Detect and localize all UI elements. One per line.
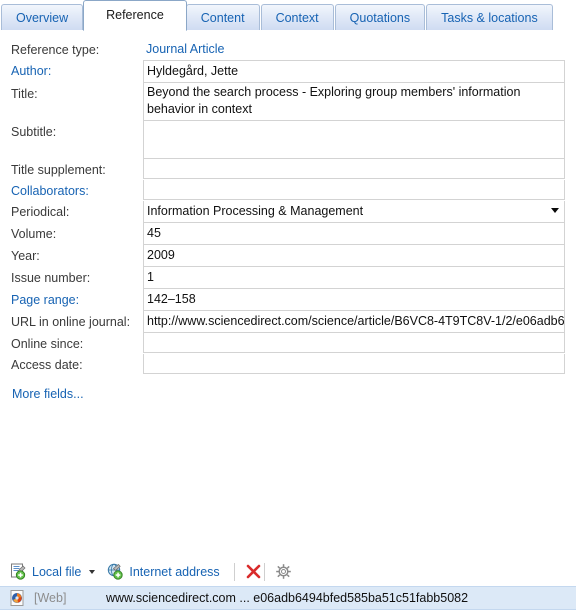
local-file-button[interactable]: Local file	[10, 563, 96, 580]
title-input[interactable]: Beyond the search process - Exploring gr…	[143, 83, 565, 121]
delete-button[interactable]	[245, 563, 262, 580]
reference-type-label: Reference type:	[11, 43, 100, 57]
attachment-panel: Local file Internet address [Web] www.sc…	[0, 556, 576, 610]
field-row-author: Author: Hyldegård, Jette	[11, 60, 565, 83]
field-row-title-supplement: Title supplement:	[11, 159, 565, 180]
attachment-row[interactable]: [Web] www.sciencedirect.com ... e06adb64…	[0, 586, 576, 610]
page-range-input[interactable]: 142–158	[143, 289, 565, 311]
url-online-journal-input[interactable]: http://www.sciencedirect.com/science/art…	[143, 311, 565, 333]
field-row-url-online-journal: URL in online journal: http://www.scienc…	[11, 311, 565, 333]
year-label: Year:	[11, 249, 40, 263]
web-document-icon	[0, 590, 34, 606]
settings-button[interactable]	[275, 563, 292, 580]
field-row-subtitle: Subtitle:	[11, 121, 565, 159]
subtitle-label: Subtitle:	[11, 125, 57, 139]
online-since-input[interactable]	[143, 333, 565, 353]
field-row-reference-type: Reference type: Journal Article	[11, 39, 565, 60]
tab-reference-label: Reference	[106, 8, 164, 22]
tab-content[interactable]: Content	[185, 4, 260, 31]
attachment-toolbar: Local file Internet address	[0, 556, 576, 586]
toolbar-divider-2	[263, 562, 265, 581]
field-row-year: Year: 2009	[11, 245, 565, 267]
year-input[interactable]: 2009	[143, 245, 565, 267]
title-supplement-input[interactable]	[143, 159, 565, 179]
tab-quotations[interactable]: Quotations	[334, 4, 426, 31]
collaborators-label[interactable]: Collaborators:	[11, 180, 143, 201]
tab-context-label: Context	[275, 11, 319, 25]
page-range-label[interactable]: Page range:	[11, 289, 143, 310]
field-grid: Author: Hyldegård, Jette Title: Beyond t…	[11, 60, 565, 375]
chevron-down-icon[interactable]	[551, 208, 559, 213]
field-row-volume: Volume: 45	[11, 223, 565, 245]
add-internet-address-icon	[107, 563, 124, 580]
local-file-label: Local file	[32, 564, 82, 579]
periodical-combobox[interactable]: Information Processing & Management	[143, 201, 565, 223]
tab-context[interactable]: Context	[260, 4, 334, 31]
field-row-page-range: Page range: 142–158	[11, 289, 565, 311]
volume-label: Volume:	[11, 227, 57, 241]
online-since-label: Online since:	[11, 337, 84, 351]
attachment-kind: [Web]	[34, 591, 67, 605]
title-supplement-label: Title supplement:	[11, 163, 106, 177]
attachment-list: [Web] www.sciencedirect.com ... e06adb64…	[0, 586, 576, 610]
internet-address-button[interactable]: Internet address	[107, 563, 220, 580]
caret-down-icon[interactable]	[89, 569, 96, 574]
issue-number-input[interactable]: 1	[143, 267, 565, 289]
url-online-journal-label: URL in online journal:	[11, 315, 131, 329]
toolbar-divider-1	[233, 562, 235, 581]
author-label[interactable]: Author:	[11, 60, 143, 81]
tab-tasks-locations[interactable]: Tasks & locations	[426, 4, 553, 31]
reference-type-value[interactable]: Journal Article	[143, 39, 565, 59]
periodical-label: Periodical:	[11, 205, 70, 219]
issue-number-label: Issue number:	[11, 271, 91, 285]
internet-address-label: Internet address	[129, 564, 220, 579]
tab-overview[interactable]: Overview	[1, 4, 84, 31]
field-row-title: Title: Beyond the search process - Explo…	[11, 83, 565, 121]
access-date-label: Access date:	[11, 358, 83, 372]
tab-quotations-label: Quotations	[349, 11, 411, 25]
more-fields-link[interactable]: More fields...	[11, 387, 565, 401]
title-label: Title:	[11, 87, 38, 101]
tab-tasks-locations-label: Tasks & locations	[441, 11, 538, 25]
add-local-file-icon	[10, 563, 27, 580]
field-row-periodical: Periodical: Information Processing & Man…	[11, 201, 565, 223]
tab-overview-label: Overview	[16, 11, 69, 25]
collaborators-input[interactable]	[143, 180, 565, 200]
field-row-issue-number: Issue number: 1	[11, 267, 565, 289]
close-icon	[246, 564, 260, 579]
subtitle-input[interactable]	[143, 121, 565, 159]
access-date-input[interactable]	[143, 354, 565, 374]
tab-content-label: Content	[200, 11, 245, 25]
periodical-value: Information Processing & Management	[147, 204, 364, 218]
gear-icon	[275, 564, 291, 579]
volume-input[interactable]: 45	[143, 223, 565, 245]
tab-bar: Overview Reference Content Context Quota…	[0, 0, 576, 31]
author-input[interactable]: Hyldegård, Jette	[143, 60, 565, 83]
tab-reference[interactable]: Reference	[83, 0, 187, 31]
reference-form: Reference type: Journal Article Author: …	[0, 31, 576, 401]
field-row-access-date: Access date:	[11, 354, 565, 375]
field-row-collaborators: Collaborators:	[11, 180, 565, 201]
attachment-description: www.sciencedirect.com ... e06adb6494bfed…	[106, 591, 469, 605]
field-row-online-since: Online since:	[11, 333, 565, 354]
